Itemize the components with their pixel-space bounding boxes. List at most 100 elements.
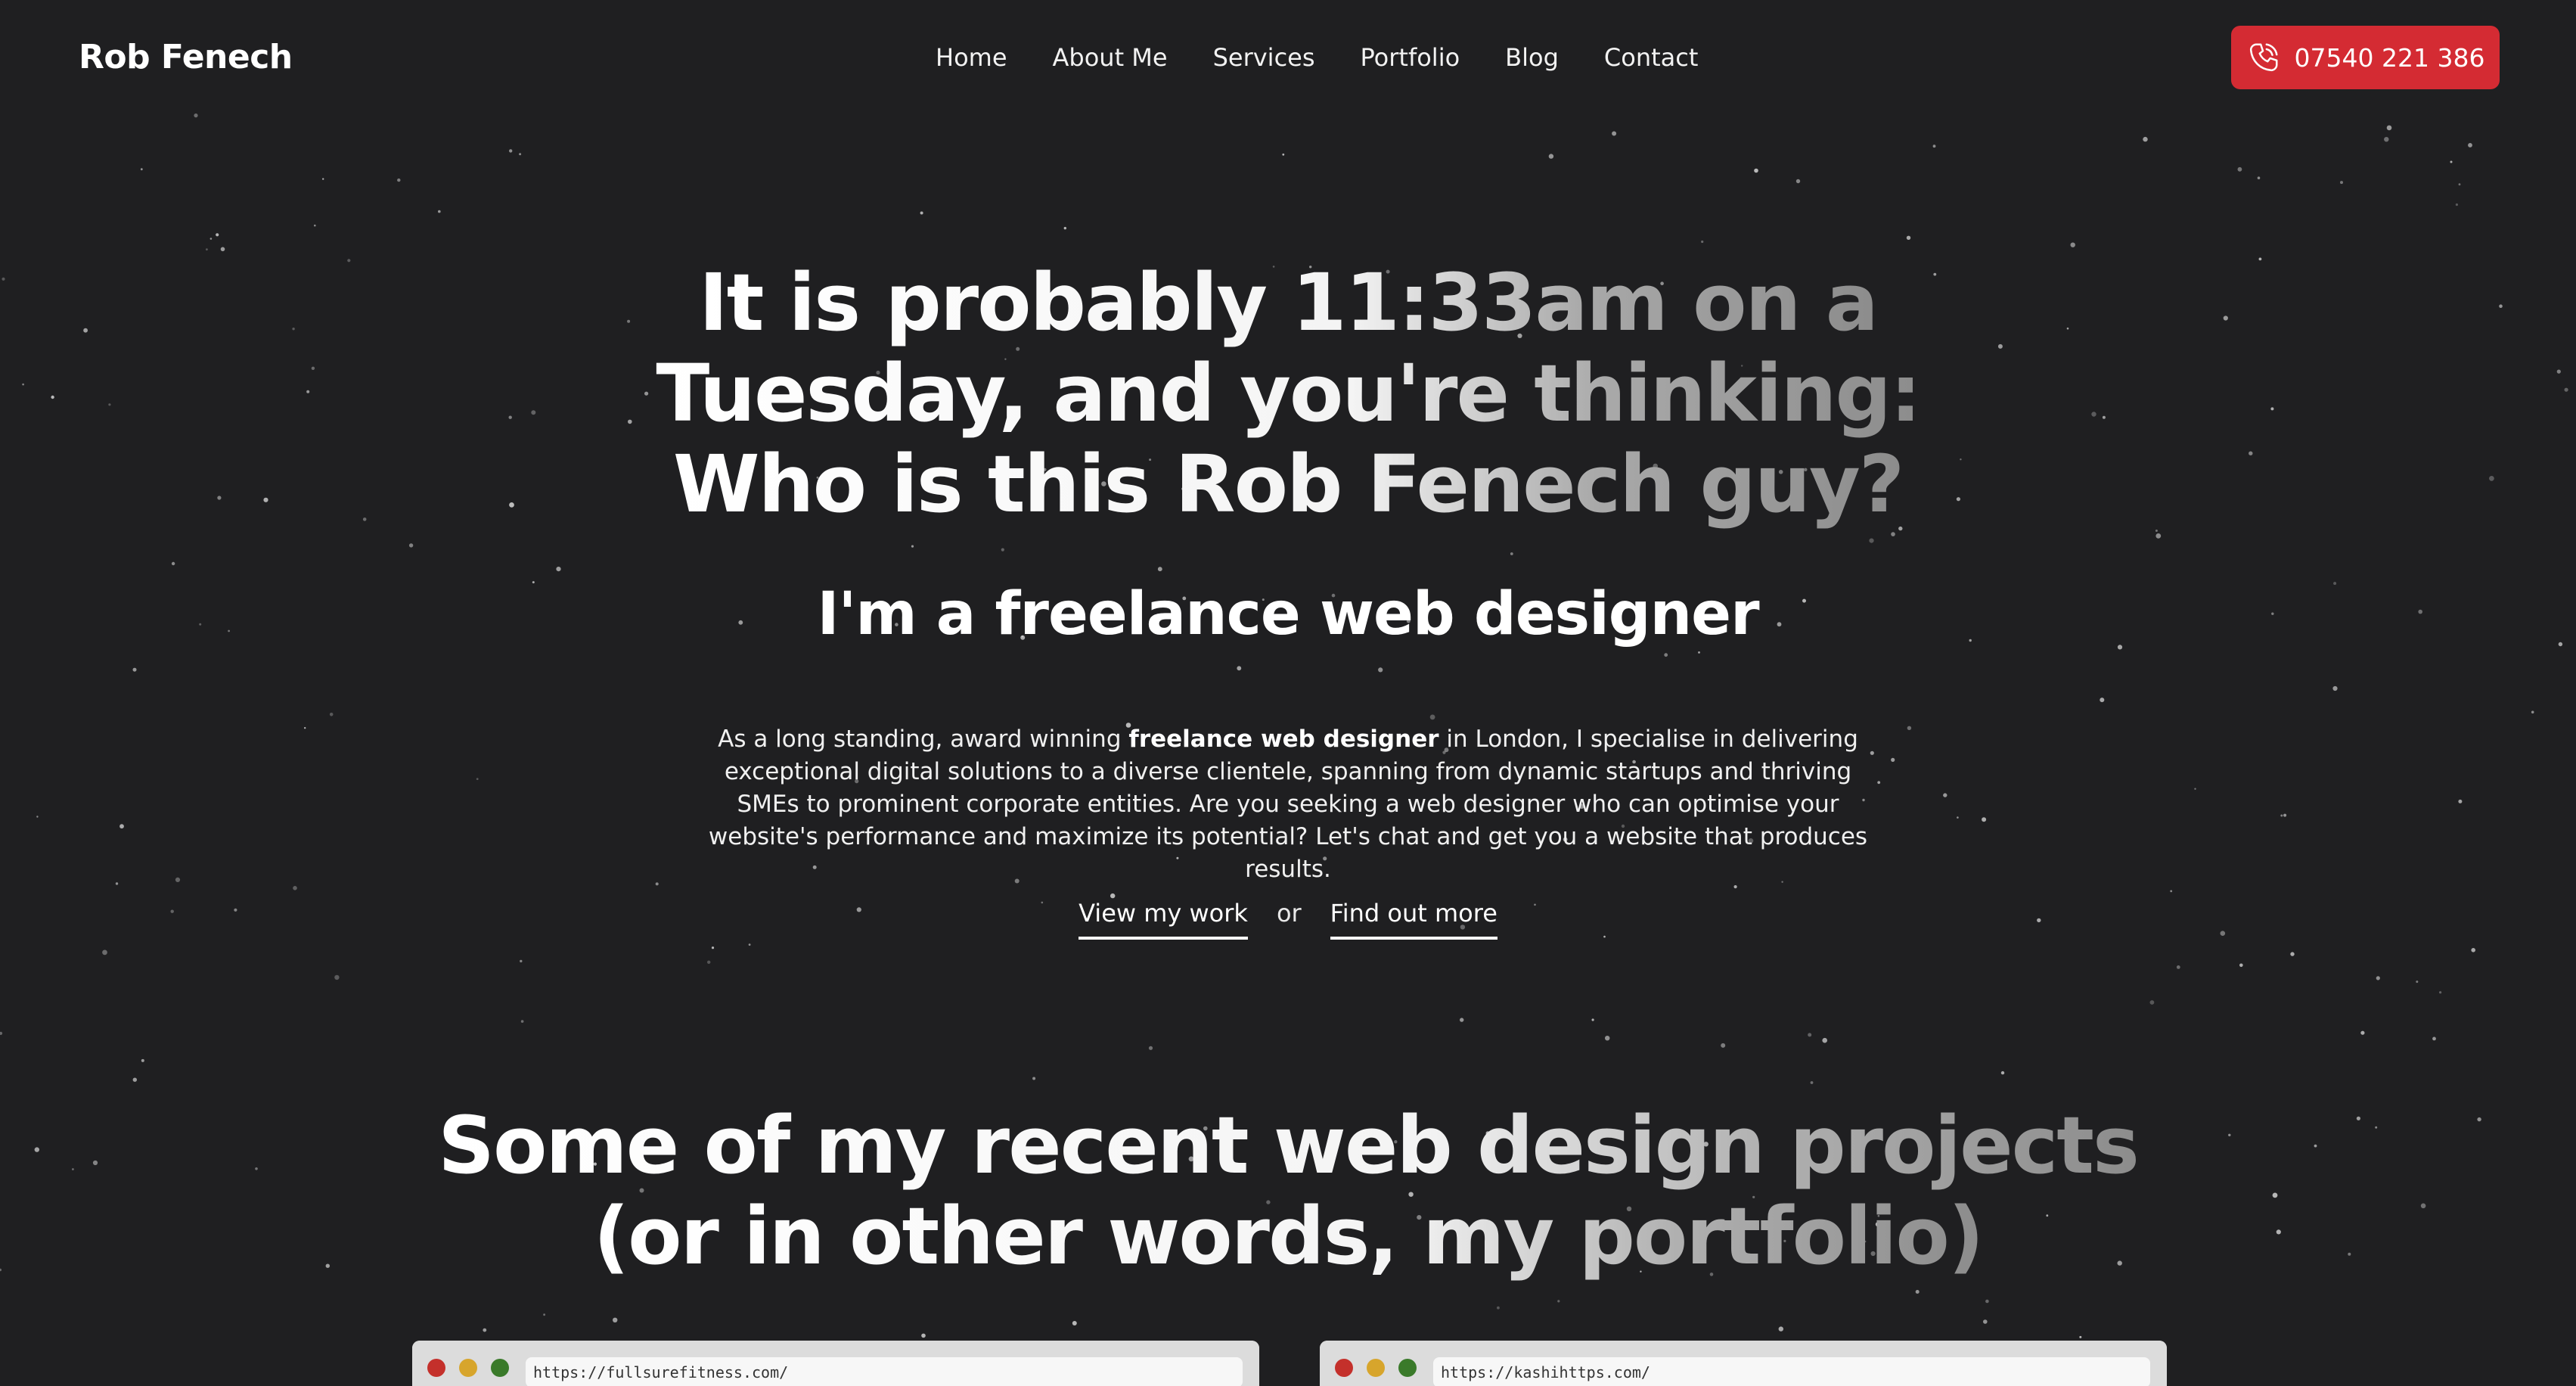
star-dot [509, 149, 513, 153]
star-dot [1810, 1081, 1814, 1084]
star-dot [216, 233, 219, 237]
star-dot [519, 153, 522, 156]
main-nav: Home About Me Services Portfolio Blog Co… [936, 42, 1698, 73]
star-dot [920, 211, 923, 215]
star-dot [1282, 153, 1285, 156]
star-dot [707, 960, 711, 965]
star-dot [119, 824, 124, 829]
star-dot [2416, 980, 2419, 984]
star-dot [132, 667, 137, 672]
portfolio-card[interactable]: https://kashihttps.com/ [1320, 1341, 2167, 1386]
star-dot [1612, 131, 1617, 136]
star-dot [2070, 242, 2075, 247]
star-dot [1907, 726, 1912, 730]
star-dot [1985, 1299, 1989, 1304]
star-dot [1943, 793, 1948, 797]
window-minimize-dot [459, 1359, 477, 1377]
star-dot [2237, 166, 2242, 172]
star-dot [1072, 1321, 1077, 1325]
browser-url-bar: https://kashihttps.com/ [1433, 1357, 2150, 1386]
star-dot [1701, 240, 1704, 244]
intro-paragraph: As a long standing, award winning freela… [703, 723, 1873, 886]
star-dot [1983, 1319, 1988, 1324]
star-dot [2194, 788, 2196, 790]
intro-text-highlight: freelance web designer [1128, 726, 1439, 753]
nav-link-services[interactable]: Services [1213, 43, 1315, 72]
star-dot [2432, 1036, 2436, 1041]
star-dot [1001, 548, 1004, 552]
browser-url-bar: https://fullsurefitness.com/ [526, 1357, 1243, 1386]
nav-link-portfolio[interactable]: Portfolio [1361, 43, 1460, 72]
star-dot [1664, 653, 1668, 657]
star-dot [209, 238, 213, 240]
nav-link-contact[interactable]: Contact [1604, 43, 1699, 72]
nav-link-home[interactable]: Home [936, 43, 1007, 72]
star-dot [2531, 710, 2534, 714]
call-phone-button[interactable]: 07540 221 386 [2231, 26, 2500, 89]
star-dot [141, 1058, 144, 1062]
star-dot [1877, 781, 1881, 785]
star-dot [36, 816, 39, 818]
star-dot [322, 178, 324, 180]
site-logo[interactable]: Rob Fenech [79, 38, 293, 76]
cta-separator: or [1276, 899, 1302, 928]
star-dot [2257, 176, 2261, 179]
star-dot [2376, 976, 2380, 980]
star-dot [2360, 1030, 2365, 1035]
star-dot [1808, 1033, 1812, 1037]
view-my-work-link[interactable]: View my work [1079, 899, 1248, 940]
star-dot [1605, 1036, 1610, 1041]
window-close-dot [1335, 1359, 1353, 1377]
star-dot [1429, 714, 1435, 720]
window-close-dot [427, 1359, 445, 1377]
star-dot [1957, 816, 1959, 819]
star-dot [1237, 666, 1242, 671]
star-dot [2290, 952, 2295, 956]
star-dot [911, 545, 914, 548]
star-dot [476, 778, 479, 780]
star-dot [1510, 552, 1513, 555]
hero-title: It is probably 11:33am on a Tuesday, and… [0, 257, 2576, 530]
star-dot [314, 224, 316, 227]
star-dot [2458, 799, 2463, 803]
hero-title-line: It is probably 11:33am on a [699, 256, 1879, 349]
star-dot [1110, 893, 1116, 899]
star-dot [2155, 530, 2158, 532]
star-dot [2239, 963, 2243, 968]
star-dot [1157, 567, 1162, 572]
star-dot [711, 946, 715, 949]
star-dot [2340, 181, 2343, 185]
intro-text-start: As a long standing, award winning [718, 726, 1129, 753]
star-dot [1891, 532, 1895, 536]
star-dot [520, 959, 523, 963]
star-dot [1795, 179, 1801, 184]
star-dot [293, 886, 297, 890]
star-dot [1915, 1290, 1920, 1294]
nav-link-blog[interactable]: Blog [1505, 43, 1559, 72]
portfolio-title-line: (or in other words, my portfolio) [593, 1190, 1985, 1282]
star-dot [520, 1020, 524, 1023]
star-dot [397, 178, 401, 182]
find-out-more-link[interactable]: Find out more [1330, 899, 1497, 940]
portfolio-card[interactable]: https://fullsurefitness.com/ [412, 1341, 1259, 1386]
star-dot [2332, 685, 2338, 691]
star-dot [1906, 235, 1911, 240]
star-dot [921, 1333, 926, 1338]
star-dot [2386, 125, 2392, 131]
star-dot [2439, 991, 2442, 994]
star-dot [556, 567, 561, 572]
star-dot [175, 877, 181, 882]
star-dot [2471, 948, 2475, 952]
star-dot [1754, 168, 1758, 173]
phone-icon [2249, 43, 2278, 72]
nav-link-about-me[interactable]: About Me [1053, 43, 1168, 72]
star-dot [748, 943, 751, 946]
star-dot [334, 974, 340, 980]
star-dot [2000, 1071, 2005, 1075]
star-dot [655, 882, 659, 886]
hero-title-line: Who is this Rob Fenech guy? [672, 438, 1904, 530]
star-dot [1891, 757, 1895, 763]
star-dot [140, 168, 143, 171]
hero-title-line: Tuesday, and you're thinking: [656, 347, 1921, 440]
star-dot [1063, 226, 1067, 230]
